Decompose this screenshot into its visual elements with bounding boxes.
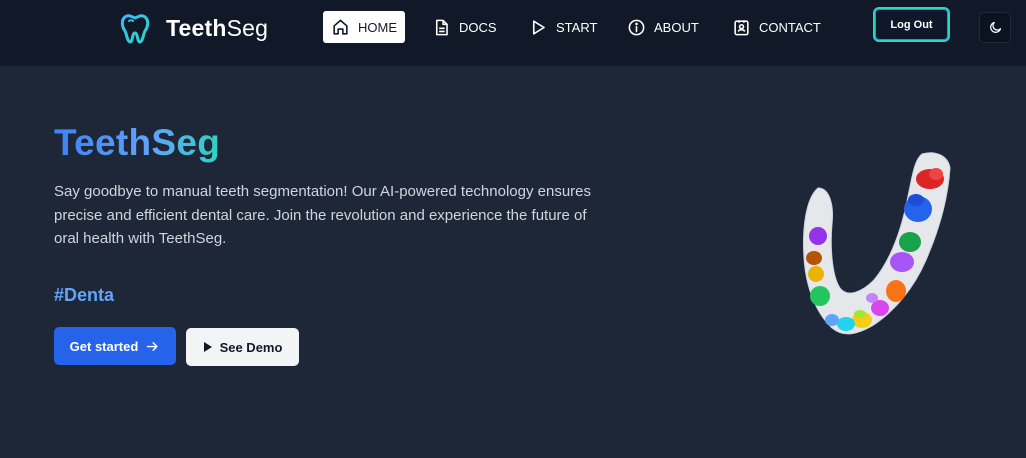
hero-title: TeethSeg [54, 122, 221, 163]
nav-home-label: HOME [358, 19, 397, 35]
hashtag: #Denta [54, 285, 115, 305]
logout-button[interactable]: Log Out [873, 7, 950, 42]
tooth-icon [120, 14, 150, 44]
get-started-button[interactable]: Get started [54, 327, 176, 365]
segmented-jaw-image [803, 152, 951, 335]
nav-home[interactable]: HOME [323, 11, 405, 43]
nav-contact[interactable]: CONTACT [724, 11, 829, 43]
contact-icon [734, 19, 749, 35]
play-icon [532, 19, 545, 35]
nav-contact-label: CONTACT [759, 19, 821, 35]
navbar: TeethSeg HOME DOCS START ABOUT CONTACT L… [0, 0, 1026, 66]
brand-name: TeethSeg [166, 14, 269, 41]
theme-toggle-button[interactable] [979, 12, 1011, 43]
info-icon [628, 19, 645, 35]
hero-description: Say goodbye to manual teeth segmentation… [54, 183, 592, 247]
nav-about[interactable]: ABOUT [619, 11, 707, 43]
document-icon [435, 19, 448, 35]
play-icon [203, 342, 212, 352]
get-started-label: Get started [69, 338, 139, 354]
brand-logo[interactable]: TeethSeg [118, 11, 268, 45]
nav-start[interactable]: START [521, 11, 605, 43]
nav-docs-label: DOCS [459, 19, 497, 35]
home-icon [333, 19, 348, 35]
moon-icon [989, 21, 1001, 33]
see-demo-label: See Demo [219, 339, 283, 355]
arrow-right-icon [147, 341, 158, 351]
nav-start-label: START [556, 19, 598, 35]
see-demo-button[interactable]: See Demo [186, 328, 299, 366]
nav-docs[interactable]: DOCS [424, 11, 505, 43]
nav-about-label: ABOUT [654, 19, 699, 35]
